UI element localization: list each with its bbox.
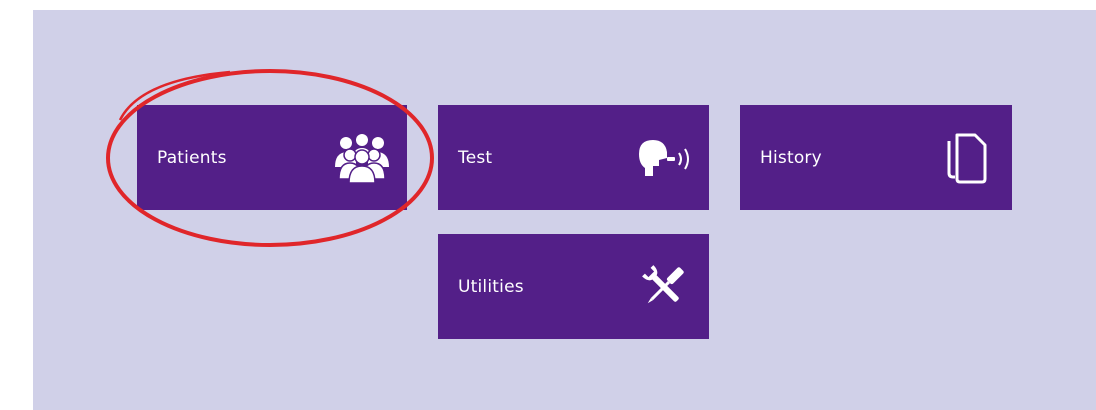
history-tile-label: History <box>760 147 822 168</box>
history-tile-button[interactable]: History <box>740 105 1012 210</box>
patients-tile-button[interactable]: Patients <box>137 105 407 210</box>
users-group-icon <box>331 127 393 189</box>
utilities-tile-label: Utilities <box>458 276 524 297</box>
test-tile-button[interactable]: Test <box>438 105 709 210</box>
utilities-tile-button[interactable]: Utilities <box>438 234 709 339</box>
test-tile-label: Test <box>458 147 493 168</box>
documents-icon <box>936 127 998 189</box>
patients-tile-label: Patients <box>157 147 227 168</box>
main-menu-screen: Patients Test History Utilities <box>33 10 1096 410</box>
exhale-breath-icon <box>633 127 695 189</box>
wrench-screwdriver-icon <box>633 256 695 318</box>
